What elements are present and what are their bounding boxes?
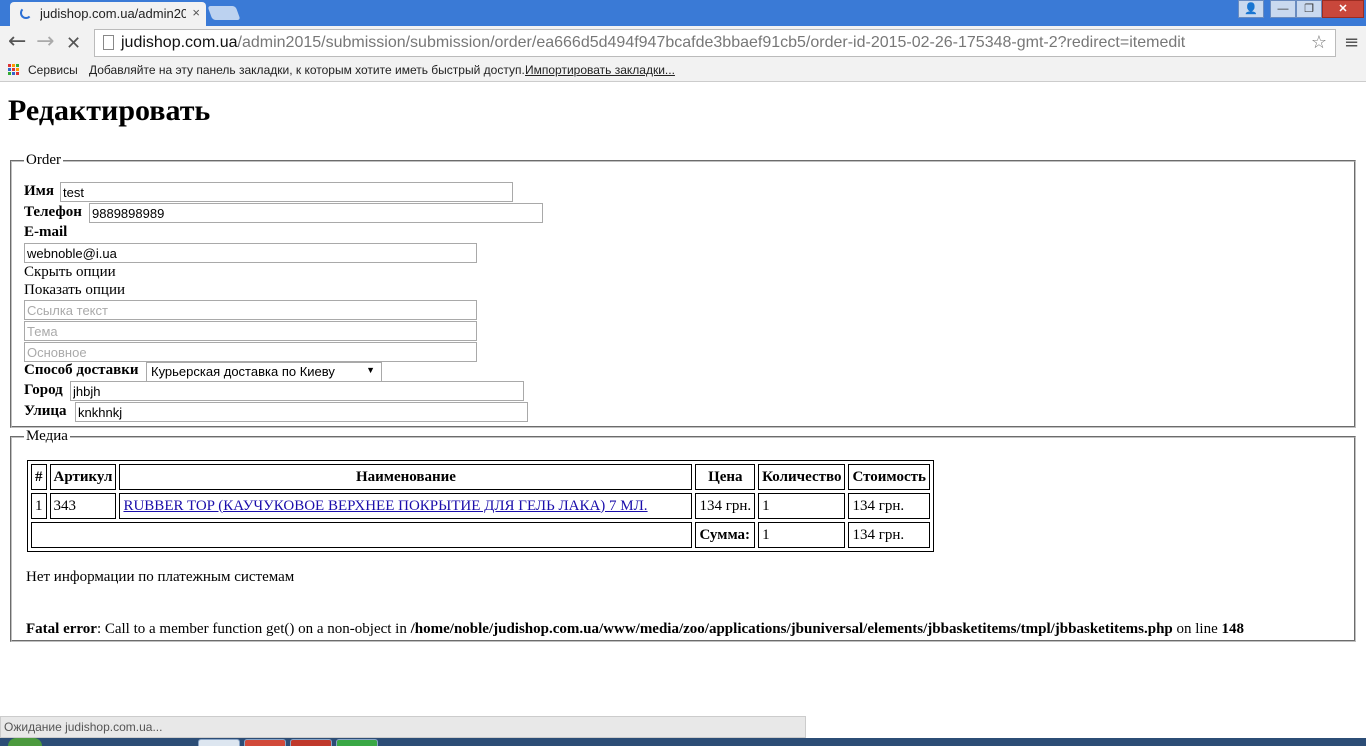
page-icon: [103, 35, 114, 50]
city-field[interactable]: [70, 381, 524, 401]
new-tab-button[interactable]: [207, 6, 241, 20]
dropdown-arrow-icon: ▼: [366, 365, 375, 375]
minimize-button[interactable]: —: [1270, 0, 1296, 18]
delivery-label: Способ доставки: [24, 362, 139, 378]
order-items-table: # Артикул Наименование Цена Количество С…: [27, 460, 934, 552]
maximize-button[interactable]: ❐: [1296, 0, 1322, 18]
subject-field[interactable]: [24, 321, 477, 341]
email-field[interactable]: [24, 243, 477, 263]
url-text[interactable]: judishop.com.ua/admin2015/submission/sub…: [121, 34, 1185, 52]
back-icon[interactable]: ←: [8, 31, 26, 53]
email-label: E-mail: [24, 224, 68, 240]
user-icon[interactable]: 👤: [1238, 0, 1264, 18]
menu-icon[interactable]: ≡: [1344, 32, 1359, 53]
main-field[interactable]: [24, 342, 477, 362]
order-legend: Order: [26, 152, 61, 168]
street-field[interactable]: [75, 402, 528, 422]
taskbar-item[interactable]: [244, 739, 286, 746]
browser-toolbar: ← → ✕ judishop.com.ua/admin2015/submissi…: [0, 26, 1366, 60]
url-domain: judishop.com.ua: [121, 34, 238, 51]
delivery-select[interactable]: Курьерская доставка по Киеву ▼: [146, 362, 382, 382]
import-bookmarks-link[interactable]: Импортировать закладки...: [525, 63, 675, 77]
media-legend: Медиа: [26, 428, 68, 444]
start-button[interactable]: [8, 738, 42, 746]
table-summary-row: Сумма: 1 134 грн.: [31, 522, 930, 548]
forward-icon[interactable]: →: [36, 31, 54, 53]
tab-close-icon[interactable]: ×: [192, 5, 200, 20]
name-field[interactable]: [60, 182, 513, 202]
fatal-error-online: on line: [1172, 621, 1222, 637]
sum-qty: 1: [758, 522, 846, 548]
table-row: 1 343 RUBBER TOP (КАУЧУКОВОЕ ВЕРХНЕЕ ПОК…: [31, 493, 930, 519]
city-label: Город: [24, 382, 63, 398]
row-sku: 343: [49, 493, 117, 519]
row-qty: 1: [758, 493, 846, 519]
status-bar: Ожидание judishop.com.ua...: [0, 716, 806, 738]
sum-cost: 134 грн.: [848, 522, 930, 548]
media-fieldset: Медиа # Артикул Наименование Цена Количе…: [10, 428, 1356, 642]
apps-icon[interactable]: [8, 64, 20, 76]
tab-title: judishop.com.ua/admin20: [40, 6, 186, 21]
star-icon[interactable]: ☆: [1311, 32, 1327, 53]
bookmark-apps[interactable]: Сервисы: [28, 63, 78, 77]
street-label: Улица: [24, 403, 67, 419]
header-name: Наименование: [119, 464, 693, 490]
row-cost: 134 грн.: [848, 493, 930, 519]
bookmarks-bar: Сервисы Добавляйте на эту панель закладк…: [0, 60, 1366, 82]
row-num: 1: [31, 493, 47, 519]
delivery-selected-value: Курьерская доставка по Киеву: [151, 364, 335, 379]
show-options-link[interactable]: Показать опции: [24, 282, 125, 299]
row-price: 134 грн.: [695, 493, 756, 519]
phone-field[interactable]: [89, 203, 543, 223]
payment-info-text: Нет информации по платежным системам: [26, 569, 295, 585]
fatal-error-line: 148: [1221, 621, 1245, 637]
bookmarks-hint: Добавляйте на эту панель закладки, к кот…: [89, 63, 525, 77]
browser-tab[interactable]: judishop.com.ua/admin20 ×: [10, 2, 206, 26]
order-fieldset: Order Имя Телефон E-mail Скрыть опции По…: [10, 152, 1356, 428]
close-window-button[interactable]: ✕: [1322, 0, 1364, 18]
taskbar-item[interactable]: [198, 739, 240, 746]
name-label: Имя: [24, 183, 54, 199]
header-cost: Стоимость: [848, 464, 930, 490]
row-name-cell: RUBBER TOP (КАУЧУКОВОЕ ВЕРХНЕЕ ПОКРЫТИЕ …: [119, 493, 693, 519]
taskbar-item[interactable]: [290, 739, 332, 746]
page-content: Редактировать Order Имя Телефон E-mail С…: [0, 82, 1366, 722]
product-link[interactable]: RUBBER TOP (КАУЧУКОВОЕ ВЕРХНЕЕ ПОКРЫТИЕ …: [123, 498, 647, 514]
header-sku: Артикул: [49, 464, 117, 490]
fatal-error-label: Fatal error: [26, 621, 97, 637]
page-title: Редактировать: [8, 94, 211, 127]
sum-label: Сумма:: [695, 522, 756, 548]
fatal-error-message: Fatal error: Call to a member function g…: [26, 621, 1244, 638]
fatal-error-path: /home/noble/judishop.com.ua/www/media/zo…: [410, 621, 1173, 637]
header-qty: Количество: [758, 464, 846, 490]
window-titlebar: judishop.com.ua/admin20 × 👤 — ❐ ✕: [0, 0, 1366, 26]
link-text-field[interactable]: [24, 300, 477, 320]
address-bar[interactable]: judishop.com.ua/admin2015/submission/sub…: [94, 29, 1336, 57]
phone-label: Телефон: [24, 204, 82, 220]
url-path: /admin2015/submission/submission/order/e…: [237, 34, 1186, 51]
table-header-row: # Артикул Наименование Цена Количество С…: [31, 464, 930, 490]
stop-icon[interactable]: ✕: [66, 33, 81, 55]
loading-spinner-icon: [20, 7, 32, 19]
summary-spacer: [31, 522, 693, 548]
header-price: Цена: [695, 464, 756, 490]
taskbar-item[interactable]: [336, 739, 378, 746]
fatal-error-text: : Call to a member function get() on a n…: [96, 621, 411, 637]
hide-options-link[interactable]: Скрыть опции: [24, 264, 116, 281]
header-num: #: [31, 464, 47, 490]
